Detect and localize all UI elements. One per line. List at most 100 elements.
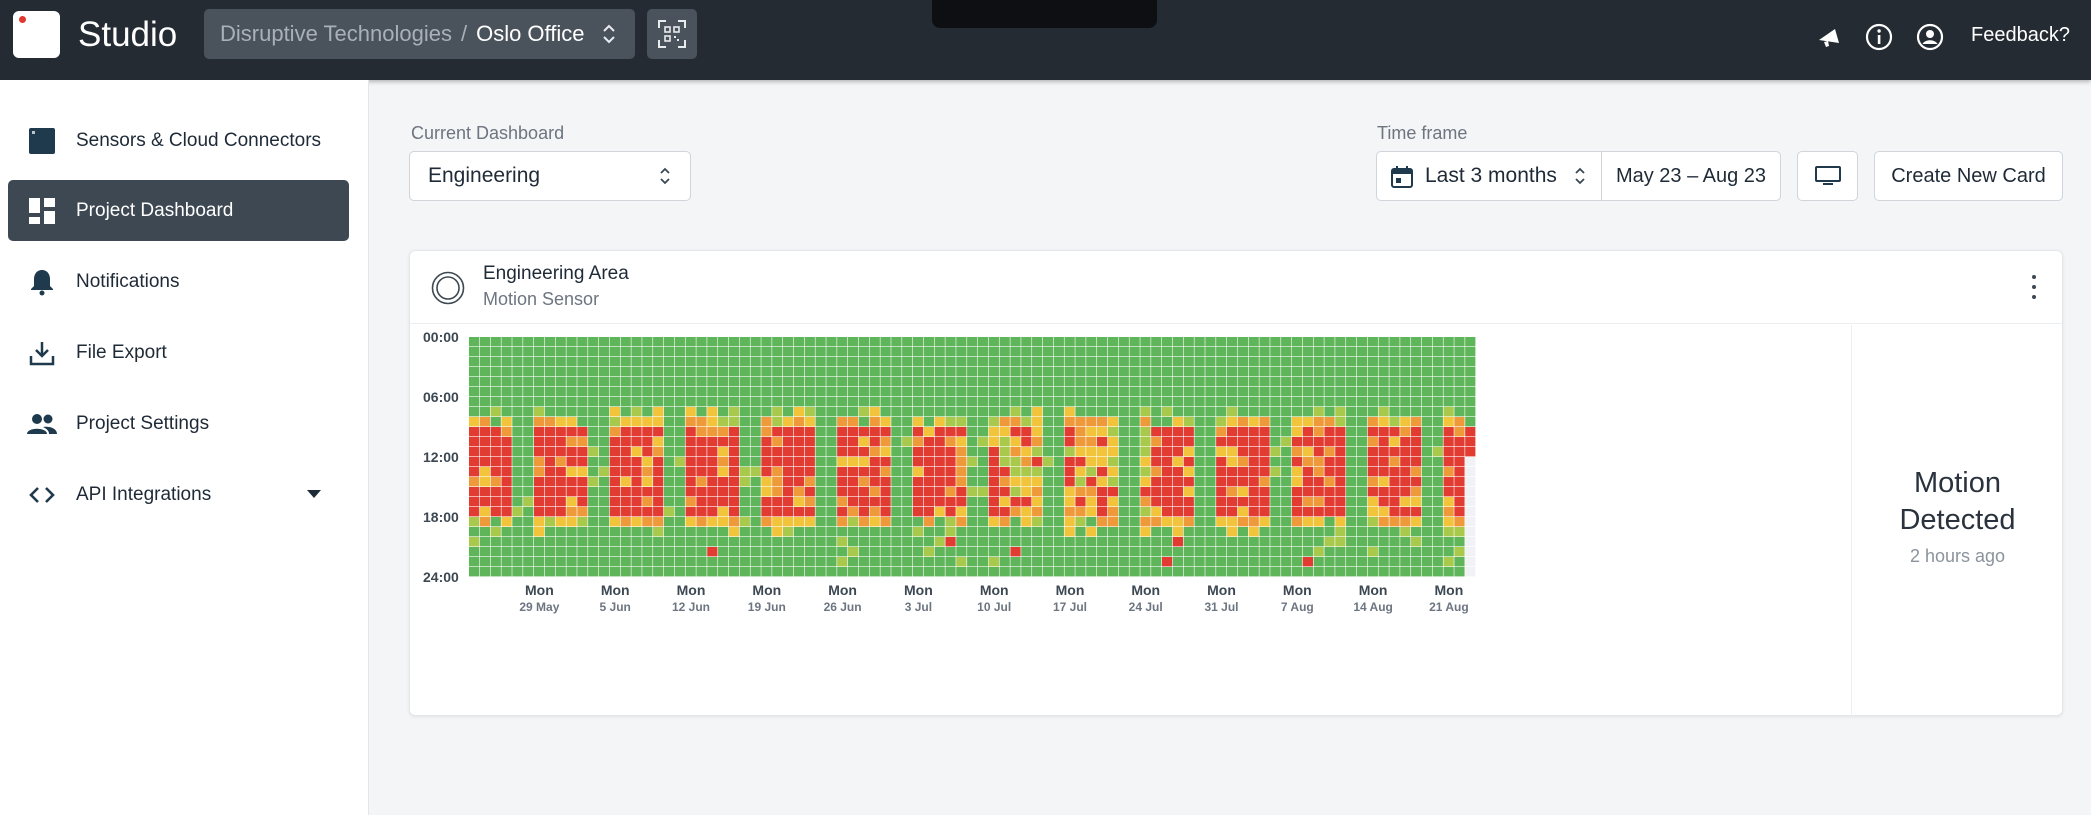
heatmap-cell: [501, 477, 512, 487]
heatmap-cell: [826, 447, 837, 457]
heatmap-cell: [1237, 557, 1249, 567]
heatmap-cell: [566, 567, 577, 577]
info-icon[interactable]: [1864, 22, 1894, 52]
qr-scan-button[interactable]: [647, 9, 697, 59]
heatmap-cell: [826, 437, 837, 447]
heatmap-cell: [555, 557, 566, 567]
heatmap-cell: [880, 407, 891, 417]
heatmap-cell: [1086, 427, 1097, 437]
heatmap-cell: [1183, 497, 1194, 507]
date-range-button[interactable]: May 23 – Aug 23: [1601, 151, 1781, 201]
heatmap-cell: [490, 487, 501, 497]
heatmap-cell: [1465, 367, 1476, 377]
heatmap-cell: [577, 347, 588, 357]
heatmap-cell: [1443, 537, 1454, 547]
heatmap-cell: [1129, 477, 1140, 487]
heatmap-cell: [1389, 547, 1400, 557]
heatmap-cell: [588, 457, 599, 467]
heatmap-cell: [1021, 427, 1032, 437]
heatmap-cell: [523, 517, 534, 527]
sidebar-item-file-export[interactable]: File Export: [8, 322, 349, 383]
heatmap-cell: [1161, 537, 1173, 547]
heatmap-cell: [479, 497, 491, 507]
heatmap-cell: [490, 387, 501, 397]
heatmap-cell: [1118, 397, 1129, 407]
account-icon[interactable]: [1915, 22, 1945, 52]
heatmap-cell: [653, 547, 664, 557]
heatmap-cell: [977, 467, 989, 477]
x-tick-date: 5 Jun: [600, 600, 631, 614]
heatmap-cell: [739, 427, 750, 437]
heatmap-cell: [1107, 367, 1119, 377]
sidebar-item-sensors[interactable]: Sensors & Cloud Connectors: [8, 110, 349, 171]
announcement-icon[interactable]: [1814, 22, 1844, 52]
heatmap-cell: [1151, 547, 1162, 557]
heatmap-cell: [490, 377, 501, 387]
heatmap-cell: [1183, 557, 1194, 567]
heatmap-cell: [1259, 537, 1270, 547]
heatmap-cell: [912, 407, 924, 417]
feedback-link[interactable]: Feedback?: [1971, 24, 2070, 47]
heatmap-cell: [761, 517, 772, 527]
heatmap-cell: [674, 397, 685, 407]
heatmap-cell: [912, 427, 924, 437]
heatmap-cell: [956, 347, 967, 357]
heatmap-cell: [685, 367, 696, 377]
display-mode-button[interactable]: [1797, 151, 1858, 201]
heatmap-cell: [1086, 447, 1097, 457]
heatmap-cell: [1237, 487, 1249, 497]
heatmap-cell: [858, 487, 870, 497]
heatmap-cell: [674, 517, 685, 527]
heatmap-cell: [544, 517, 556, 527]
heatmap-cell: [1183, 387, 1194, 397]
heatmap-cell: [469, 507, 480, 517]
heatmap-cell: [1313, 367, 1324, 377]
heatmap-cell: [1378, 507, 1389, 517]
heatmap-cell: [804, 357, 815, 367]
heatmap-cell: [750, 337, 761, 347]
heatmap-cell: [858, 357, 870, 367]
heatmap-cell: [631, 407, 642, 417]
heatmap-cell: [1281, 337, 1292, 347]
heatmap-cell: [609, 377, 620, 387]
heatmap-cell: [1400, 357, 1411, 367]
heatmap-cell: [1281, 377, 1292, 387]
sidebar-item-notifications[interactable]: Notifications: [8, 251, 349, 312]
heatmap-cell: [642, 337, 653, 347]
heatmap-cell: [663, 497, 675, 507]
heatmap-cell: [999, 477, 1010, 487]
heatmap-cell: [1205, 507, 1216, 517]
dashboard-select[interactable]: Engineering: [409, 151, 691, 201]
sidebar-item-api-integrations[interactable]: API Integrations: [8, 464, 349, 525]
heatmap-cell: [956, 387, 967, 397]
heatmap-cell: [815, 417, 826, 427]
more-options-icon[interactable]: [2031, 275, 2037, 299]
caret-down-icon[interactable]: [307, 490, 321, 498]
heatmap-cell: [1010, 427, 1021, 437]
heatmap-cell: [793, 477, 805, 487]
heatmap-cell: [1107, 447, 1119, 457]
project-picker[interactable]: Disruptive Technologies / Oslo Office: [204, 9, 635, 59]
sidebar-item-project-settings[interactable]: Project Settings: [8, 393, 349, 454]
app-logo[interactable]: [13, 11, 60, 58]
heatmap-cell: [1053, 537, 1064, 547]
heatmap-cell: [847, 537, 859, 547]
heatmap-cell: [1107, 467, 1119, 477]
heatmap-cell: [1400, 527, 1411, 537]
heatmap-cell: [891, 487, 902, 497]
heatmap-cell: [653, 397, 664, 407]
time-frame-select[interactable]: Last 3 months: [1376, 151, 1602, 201]
sensor-icon: [26, 125, 58, 157]
monitor-icon: [1814, 166, 1841, 185]
sidebar-item-dashboard[interactable]: Project Dashboard: [8, 180, 349, 241]
sidebar-item-label: Project Settings: [76, 412, 210, 434]
heatmap-cell: [1064, 447, 1075, 457]
heatmap-cell: [1129, 357, 1140, 367]
heatmap-cell: [1237, 517, 1249, 527]
heatmap-cell: [934, 367, 945, 377]
heatmap-cell: [1465, 537, 1476, 547]
heatmap-cell: [826, 537, 837, 547]
heatmap-cell: [1226, 457, 1238, 467]
heatmap-cell: [826, 467, 837, 477]
create-new-card-button[interactable]: Create New Card: [1874, 151, 2063, 201]
